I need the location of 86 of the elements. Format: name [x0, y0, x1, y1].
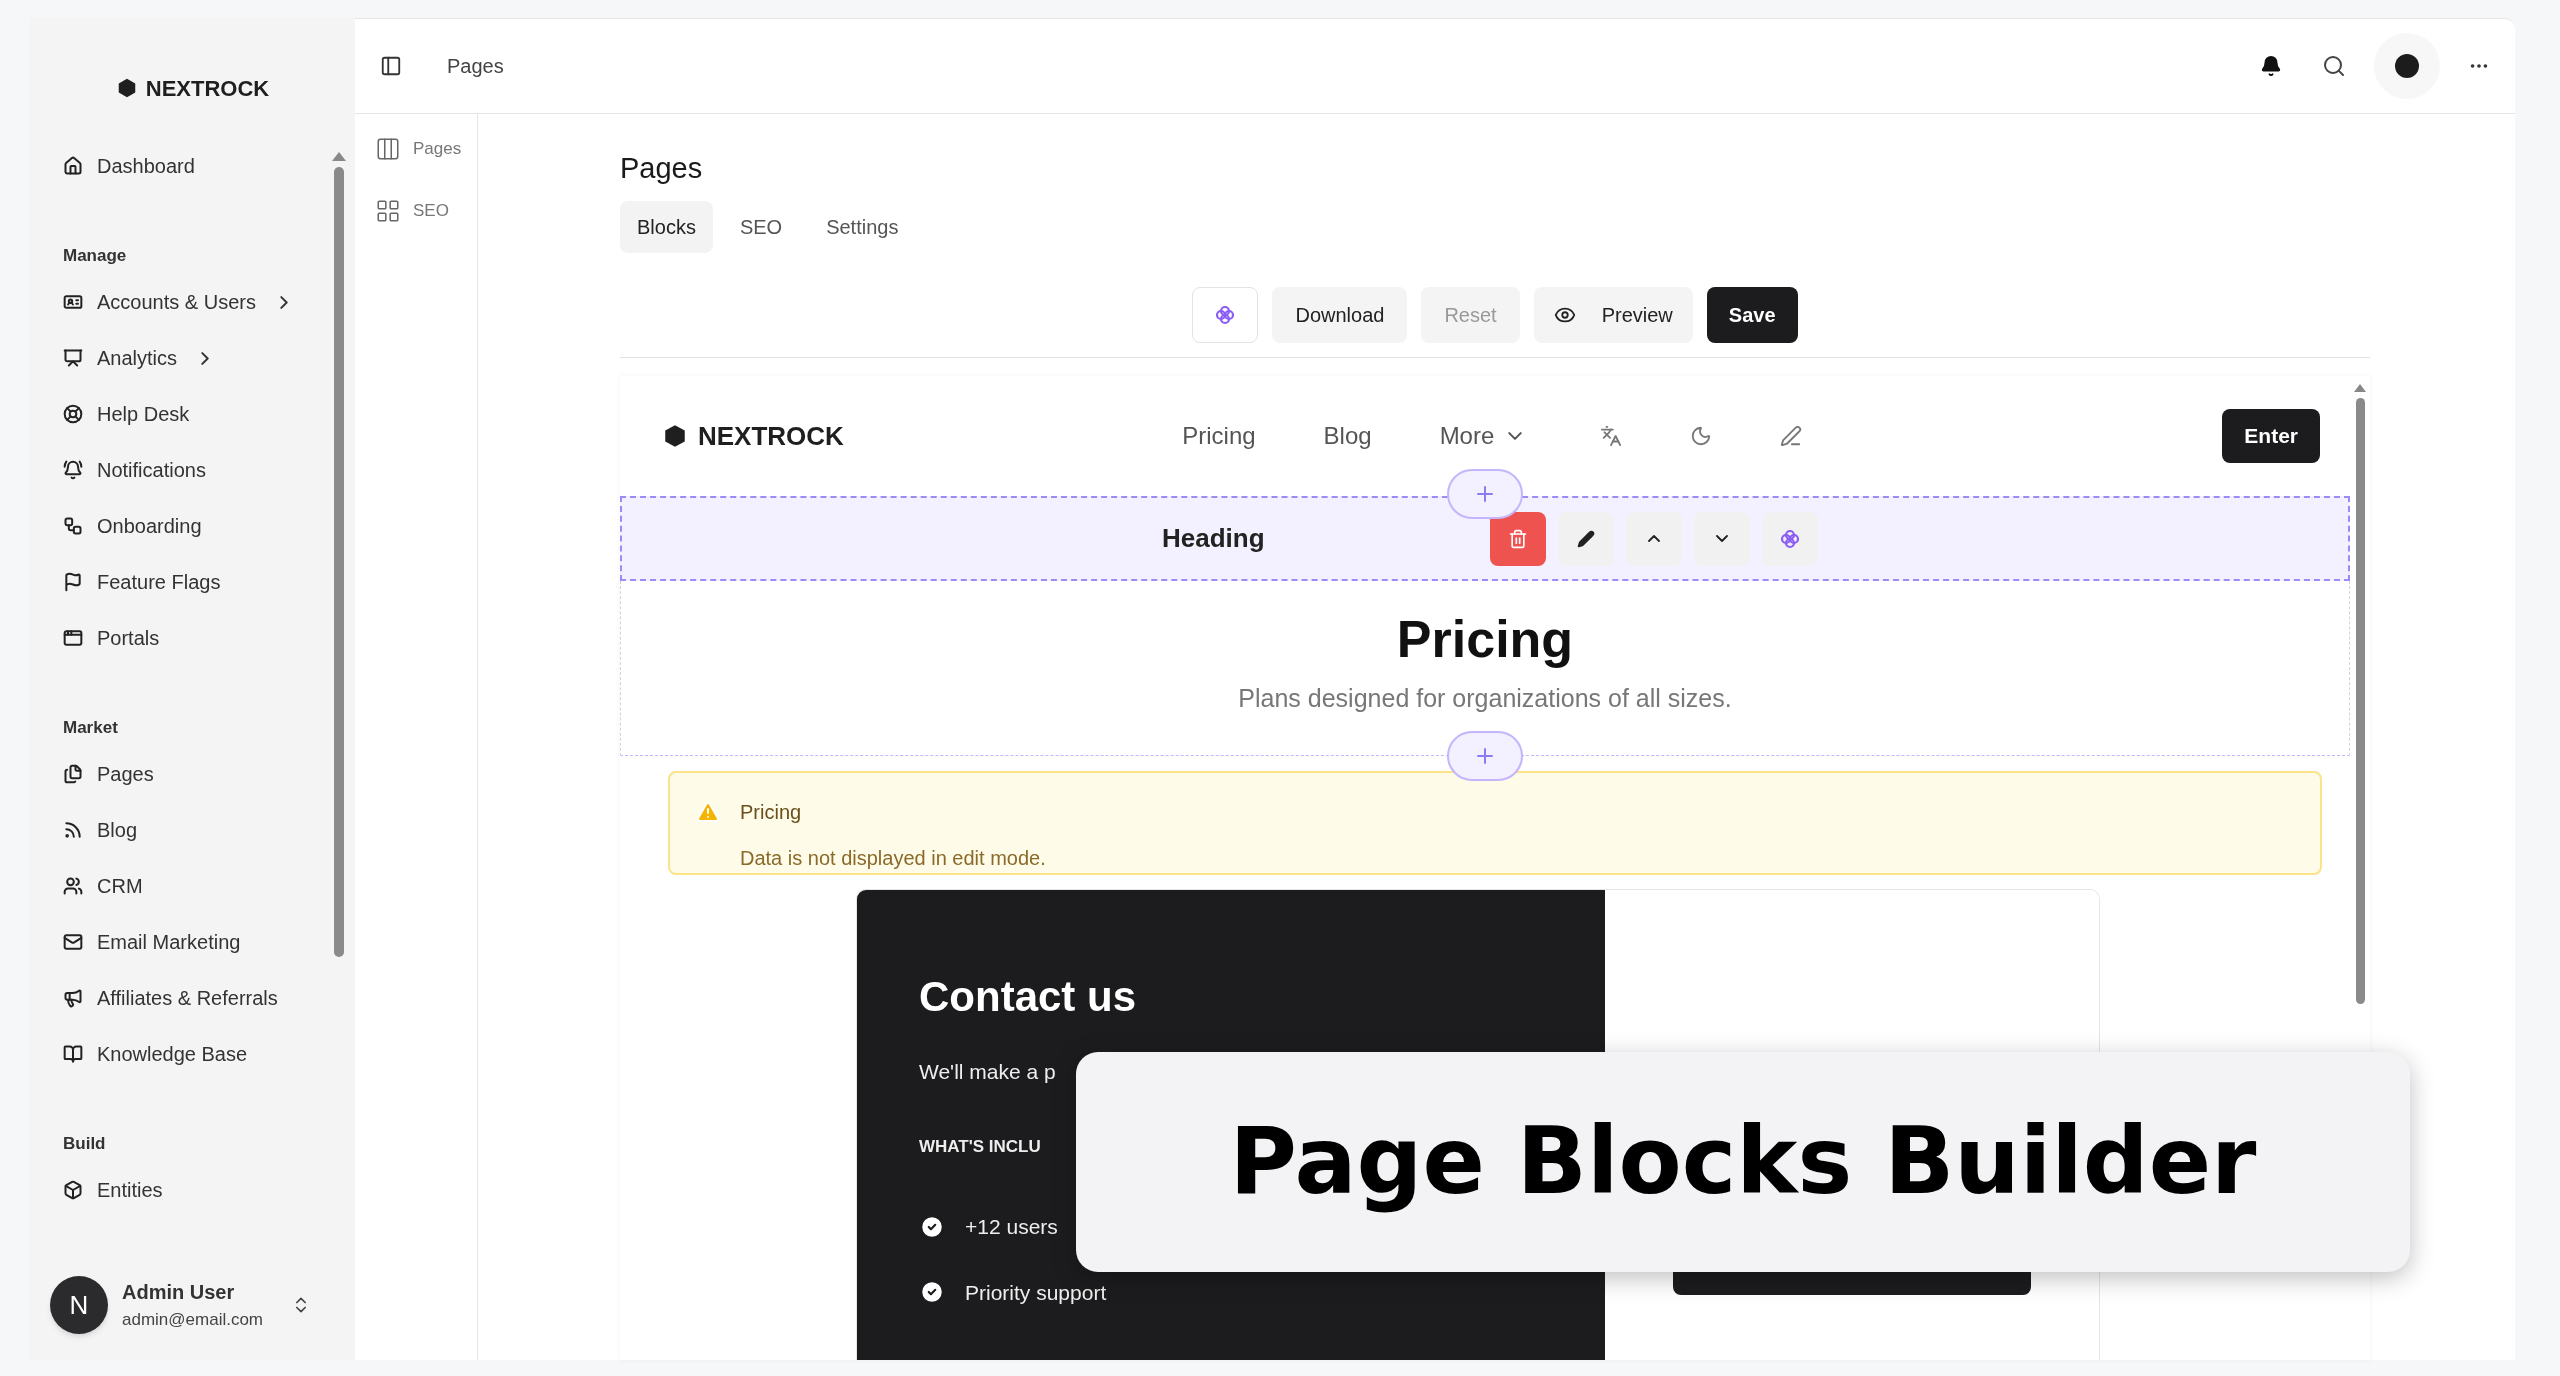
chevron-down-icon: [1508, 432, 1523, 440]
sidebar-item[interactable]: Analytics: [63, 330, 210, 386]
pen-icon[interactable]: [1780, 425, 1803, 447]
feature-label: Priority support: [965, 1279, 1107, 1306]
id-card-icon: [63, 292, 83, 312]
sidebar-item[interactable]: Accounts & Users: [63, 274, 288, 330]
hexagon-logo-icon: [662, 423, 688, 449]
ai-block-button[interactable]: [1761, 511, 1818, 566]
pencil-icon: [1576, 529, 1595, 548]
selected-block[interactable]: Heading: [620, 496, 2350, 581]
sidebar-item[interactable]: Help Desk: [63, 386, 190, 442]
nav-link[interactable]: Pricing: [1182, 418, 1256, 454]
add-block-button[interactable]: [1447, 469, 1523, 519]
alert-message: Data is not displayed in edit mode.: [740, 846, 1047, 871]
moon-icon[interactable]: [1690, 425, 1713, 447]
grid-icon: [375, 198, 401, 224]
translate-icon[interactable]: [1600, 425, 1623, 447]
sidebar-item[interactable]: Knowledge Base: [63, 1026, 248, 1082]
sidebar-item[interactable]: Entities: [63, 1162, 163, 1218]
files-icon: [63, 764, 83, 784]
brand-name: NEXTROCK: [145, 74, 270, 103]
hero-subtitle: Plans designed for organizations of all sizes.: [1238, 683, 1732, 714]
sidebar-item[interactable]: Email Marketing: [63, 914, 241, 970]
subnav-item[interactable]: Pages: [375, 136, 477, 162]
user-email: admin@email.com: [122, 1309, 264, 1332]
sidebar-item[interactable]: Pages: [63, 746, 154, 802]
sidebar-item[interactable]: Portals: [63, 610, 160, 666]
contact-intro: We'll make a p: [919, 1059, 1056, 1085]
window-icon: [63, 628, 83, 648]
alert-title: Pricing: [740, 800, 802, 825]
breadcrumb[interactable]: Pages: [447, 51, 504, 81]
tab[interactable]: Settings: [809, 201, 916, 253]
sidebar-item[interactable]: Feature Flags: [63, 554, 221, 610]
chevron-up-icon: [1647, 535, 1660, 542]
search-icon[interactable]: [2322, 54, 2346, 78]
users-icon: [63, 876, 83, 896]
sidebar-item[interactable]: Onboarding: [63, 498, 202, 554]
megaphone-icon: [63, 988, 83, 1008]
rss-icon: [63, 820, 83, 840]
contact-title: Contact us: [919, 972, 1137, 1022]
hero-title: Pricing: [1396, 609, 1574, 670]
sidebar-item[interactable]: Affiliates & Referrals: [63, 970, 278, 1026]
section-heading: Market: [63, 716, 119, 739]
chevron-down-icon: [1715, 535, 1728, 542]
workflow-icon: [63, 516, 83, 536]
chevron-right-icon: [201, 351, 210, 365]
delete-button[interactable]: [1489, 511, 1546, 566]
sidebar-item[interactable]: Notifications: [63, 442, 206, 498]
edit-button[interactable]: [1557, 511, 1614, 566]
preview-button[interactable]: Preview: [1533, 287, 1693, 343]
save-button[interactable]: Save: [1706, 287, 1798, 343]
book-icon: [63, 1044, 83, 1064]
tab[interactable]: Blocks: [620, 201, 713, 253]
section-label: WHAT'S INCLU: [919, 1135, 1041, 1158]
feature-label: +12 users: [965, 1214, 1058, 1240]
warning-icon: [696, 800, 720, 824]
ai-button[interactable]: [1192, 287, 1259, 343]
sidebar-item[interactable]: Blog: [63, 802, 138, 858]
toolbar-button[interactable]: Download: [1272, 287, 1408, 343]
user-avatar[interactable]: N: [50, 1276, 108, 1334]
bell-icon[interactable]: [2260, 55, 2282, 77]
nav-link[interactable]: Blog: [1323, 418, 1372, 454]
block-label: Heading: [1162, 522, 1265, 555]
subnav-item[interactable]: SEO: [375, 198, 477, 224]
presentation-icon: [63, 348, 83, 368]
caption-text: Page Blocks Builder: [1229, 1107, 2257, 1217]
page-title: Pages: [620, 154, 704, 183]
user-name: Admin User: [122, 1280, 236, 1306]
section-heading: Manage: [63, 244, 128, 267]
tab[interactable]: SEO: [722, 201, 800, 253]
columns-icon: [375, 136, 401, 162]
sidebar-item[interactable]: CRM: [63, 858, 143, 914]
trash-icon: [1507, 528, 1528, 549]
nav-link[interactable]: More: [1439, 418, 1523, 454]
section-heading: Build: [63, 1132, 107, 1155]
preview-brand: NEXTROCK: [698, 419, 844, 453]
lifebuoy-icon: [63, 404, 83, 424]
flag-icon: [63, 572, 83, 592]
enter-button[interactable]: Enter: [2222, 409, 2320, 463]
box-icon: [63, 1180, 83, 1200]
sidebar-item[interactable]: Dashboard: [63, 138, 195, 194]
bell-icon: [63, 460, 83, 480]
chevron-right-icon: [279, 295, 288, 309]
home-icon: [63, 156, 83, 176]
panel-toggle-icon[interactable]: [380, 55, 402, 77]
mail-icon: [63, 932, 83, 952]
